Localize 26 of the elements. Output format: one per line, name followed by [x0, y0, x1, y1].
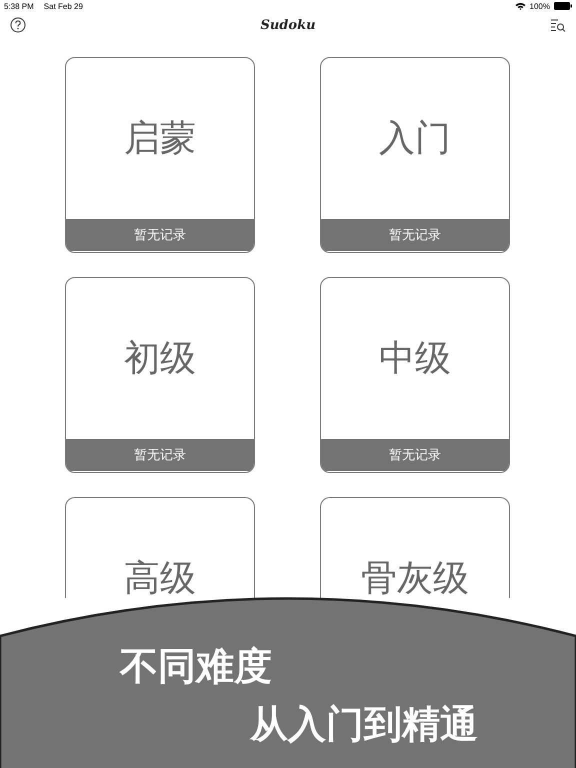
wifi-icon [514, 2, 526, 10]
record-text: 暂无记录 [389, 447, 441, 464]
status-time: 5:38 PM [4, 2, 34, 10]
record-text: 暂无记录 [134, 447, 186, 464]
level-card[interactable]: 中级 暂无记录 [320, 277, 510, 473]
level-title: 高级 [124, 557, 196, 598]
battery-percent: 100% [530, 2, 550, 10]
banner-subheading: 从入门到精通 [250, 701, 478, 748]
help-icon[interactable] [10, 17, 26, 33]
level-card[interactable]: 高级 [65, 497, 255, 598]
level-title: 初级 [124, 337, 196, 381]
status-date: Sat Feb 29 [44, 2, 83, 10]
record-text: 暂无记录 [389, 227, 441, 244]
level-card[interactable]: 入门 暂无记录 [320, 57, 510, 253]
battery-icon [554, 2, 572, 10]
level-card[interactable]: 初级 暂无记录 [65, 277, 255, 473]
list-search-icon[interactable] [550, 18, 566, 32]
level-card[interactable]: 骨灰级 [320, 497, 510, 598]
level-title: 骨灰级 [361, 557, 469, 598]
level-title: 中级 [379, 337, 451, 381]
level-title: 入门 [379, 117, 451, 161]
app-title: Sudoku [260, 18, 316, 32]
record-text: 暂无记录 [134, 227, 186, 244]
banner-heading: 不同难度 [120, 643, 272, 690]
level-card[interactable]: 启蒙 暂无记录 [65, 57, 255, 253]
level-title: 启蒙 [124, 117, 196, 161]
